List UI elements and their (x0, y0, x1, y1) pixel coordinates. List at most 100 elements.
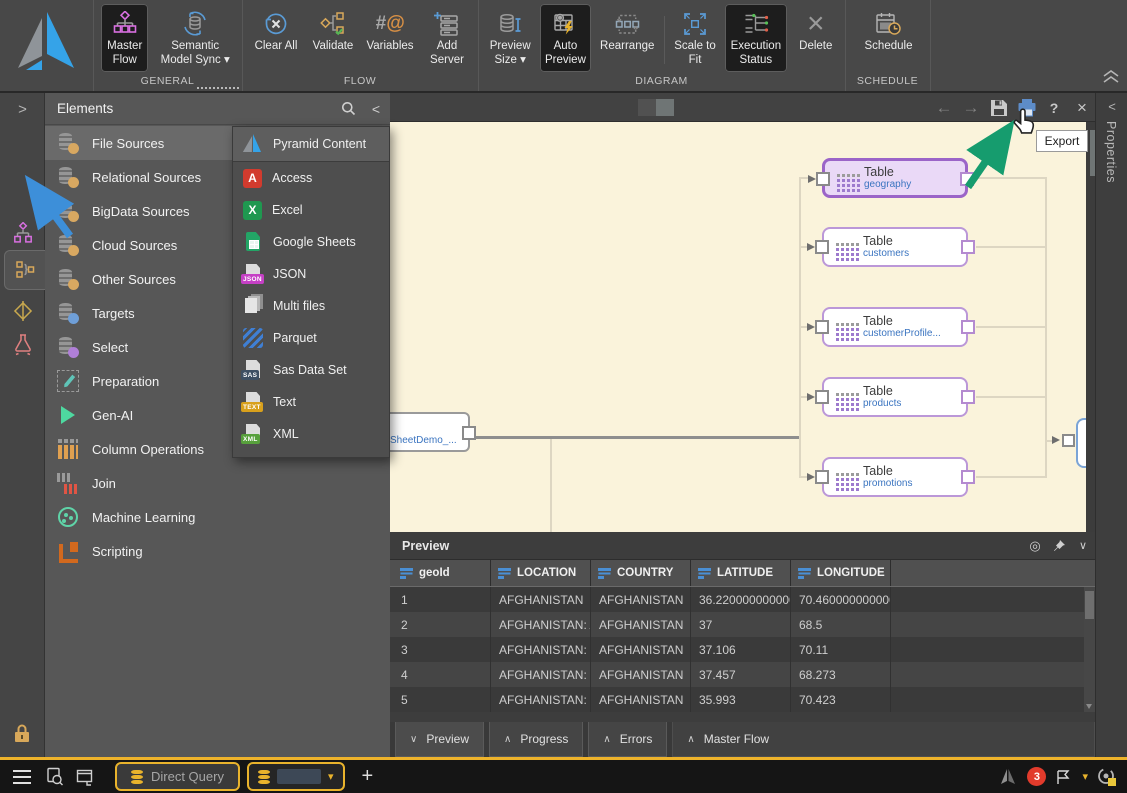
input-port[interactable] (816, 172, 830, 186)
output-port[interactable] (961, 470, 975, 484)
rail-master-flow-button[interactable] (0, 215, 45, 253)
table-row[interactable]: 1 AFGHANISTAN AFGHANISTAN 36.22000000000… (390, 587, 1095, 612)
genai-pyramid-icon[interactable] (998, 768, 1018, 786)
output-port[interactable] (961, 320, 975, 334)
input-port[interactable] (1062, 434, 1075, 447)
rail-test-button[interactable] (0, 325, 45, 363)
submenu-item[interactable]: A Access (233, 162, 389, 194)
save-icon[interactable] (986, 93, 1012, 122)
ribbon-group-flow: Clear All Validate Va (242, 0, 478, 91)
status-dropdown-caret[interactable]: ▾ (1082, 770, 1088, 783)
submenu-item[interactable]: Pyramid Content (233, 127, 389, 162)
submenu-item[interactable]: X Excel (233, 194, 389, 226)
connection-status-icon[interactable] (1097, 767, 1117, 787)
redo-icon[interactable]: → (958, 93, 984, 122)
canvas-hscroll-track[interactable] (638, 99, 656, 116)
bottom-tab[interactable]: ∧ Errors (588, 722, 667, 757)
submenu-item[interactable]: SAS Sas Data Set (233, 354, 389, 386)
expand-properties-icon[interactable]: < (1096, 99, 1127, 114)
master-flow-button[interactable]: Master Flow (101, 4, 148, 72)
execution-status-button[interactable]: Execution Status (725, 4, 786, 72)
copy-search-icon[interactable] (45, 767, 64, 786)
bottom-tab[interactable]: ∧ Progress (489, 722, 583, 757)
watch-icon[interactable]: ◎ (1023, 538, 1047, 554)
delete-button[interactable]: Delete (793, 4, 839, 72)
column-header[interactable]: LOCATION (491, 560, 591, 586)
bottom-tab[interactable]: ∨ Preview (395, 722, 484, 757)
close-icon[interactable]: × (1069, 93, 1095, 122)
elements-list-item[interactable]: Join (45, 466, 390, 500)
table-row[interactable]: 3 AFGHANISTAN: B AFGHANISTAN 37.106 70.1… (390, 637, 1095, 662)
element-icon (57, 166, 79, 188)
collapse-preview-icon[interactable]: ∨ (1071, 539, 1095, 552)
auto-preview-button[interactable]: Auto Preview (540, 4, 590, 72)
semantic-model-sync-button[interactable]: Semantic Model Sync ▾ (154, 4, 236, 72)
collapse-panel-icon[interactable]: < (362, 101, 390, 117)
submenu-item[interactable]: Multi files (233, 290, 389, 322)
scale-to-fit-button[interactable]: Scale to Fit (671, 4, 719, 72)
table-vscrollbar[interactable] (1084, 587, 1095, 712)
table-node[interactable]: Table promotions (822, 457, 968, 497)
column-header[interactable]: geoId (393, 560, 491, 586)
expand-rail-button[interactable]: > (0, 95, 45, 123)
clear-all-button[interactable]: Clear All (250, 4, 302, 72)
submenu-item-icon: JSON (243, 264, 263, 284)
table-node[interactable]: Table products (822, 377, 968, 417)
search-icon[interactable] (334, 101, 362, 116)
lock-icon[interactable] (12, 724, 32, 744)
output-port[interactable] (961, 240, 975, 254)
input-port[interactable] (815, 390, 829, 404)
properties-tab[interactable]: Properties (1104, 121, 1118, 183)
submenu-item[interactable]: JSON JSON (233, 258, 389, 290)
validate-button[interactable]: Validate (308, 4, 358, 72)
pin-icon[interactable] (1047, 539, 1071, 553)
column-header[interactable]: LONGITUDE (791, 560, 891, 586)
help-icon[interactable]: ? (1041, 93, 1067, 122)
output-port[interactable] (961, 390, 975, 404)
direct-query-tab[interactable]: Direct Query (115, 762, 240, 791)
submenu-item[interactable]: Google Sheets (233, 226, 389, 258)
submenu-item[interactable]: XML XML (233, 418, 389, 450)
table-node[interactable]: Table customers (822, 227, 968, 267)
node-subtitle: products (863, 398, 901, 409)
cell-country: AFGHANISTAN (591, 662, 691, 687)
hamburger-menu-icon[interactable] (13, 776, 31, 778)
element-label: Preparation (92, 374, 159, 389)
clear-all-icon (263, 8, 289, 40)
table-row[interactable]: 5 AFGHANISTAN: B AFGHANISTAN 35.993 70.4… (390, 687, 1095, 712)
column-header[interactable]: COUNTRY (591, 560, 691, 586)
input-port[interactable] (815, 470, 829, 484)
elements-list-item[interactable]: Scripting (45, 534, 390, 568)
input-port[interactable] (815, 320, 829, 334)
elements-list-item[interactable]: Machine Learning (45, 500, 390, 534)
add-server-button[interactable]: Add Server (422, 4, 472, 72)
table-node[interactable]: Table customerProfile... (822, 307, 968, 347)
variables-button[interactable]: Variables (364, 4, 416, 72)
tab-dropdown-caret[interactable]: ▾ (328, 770, 334, 783)
properties-rail: < Properties (1095, 93, 1127, 758)
add-tab-button[interactable]: + (362, 765, 374, 788)
flow-window-icon[interactable] (76, 768, 95, 786)
pin-flag-icon[interactable] (1055, 768, 1073, 786)
collapse-ribbon-button[interactable] (1101, 68, 1121, 85)
undo-icon[interactable]: ← (931, 93, 957, 122)
input-port[interactable] (815, 240, 829, 254)
rearrange-button[interactable]: Rearrange (597, 4, 658, 72)
export-printer-icon[interactable] (1014, 93, 1040, 122)
bottom-tab[interactable]: ∧ Master Flow (672, 722, 1095, 757)
model-tab[interactable]: ▾ (247, 762, 345, 791)
flow-canvas[interactable]: SheetDemo_... Table geography (390, 122, 1095, 532)
preview-size-button[interactable]: Preview Size ▾ (486, 4, 534, 72)
table-row[interactable]: 2 AFGHANISTAN: A AFGHANISTAN 37 68.5 (390, 612, 1095, 637)
submenu-item[interactable]: TEXT Text (233, 386, 389, 418)
output-port[interactable] (960, 172, 974, 186)
table-row[interactable]: 4 AFGHANISTAN: B AFGHANISTAN 37.457 68.2… (390, 662, 1095, 687)
rail-data-flow-button[interactable] (4, 250, 45, 290)
notification-badge[interactable]: 3 (1027, 767, 1046, 786)
table-node[interactable]: Table geography (822, 158, 968, 198)
schedule-button[interactable]: Schedule (857, 4, 921, 72)
canvas-vscrollbar[interactable] (1086, 122, 1095, 532)
submenu-item[interactable]: Parquet (233, 322, 389, 354)
canvas-hscroll-thumb[interactable] (656, 99, 674, 116)
column-header[interactable]: LATITUDE (691, 560, 791, 586)
